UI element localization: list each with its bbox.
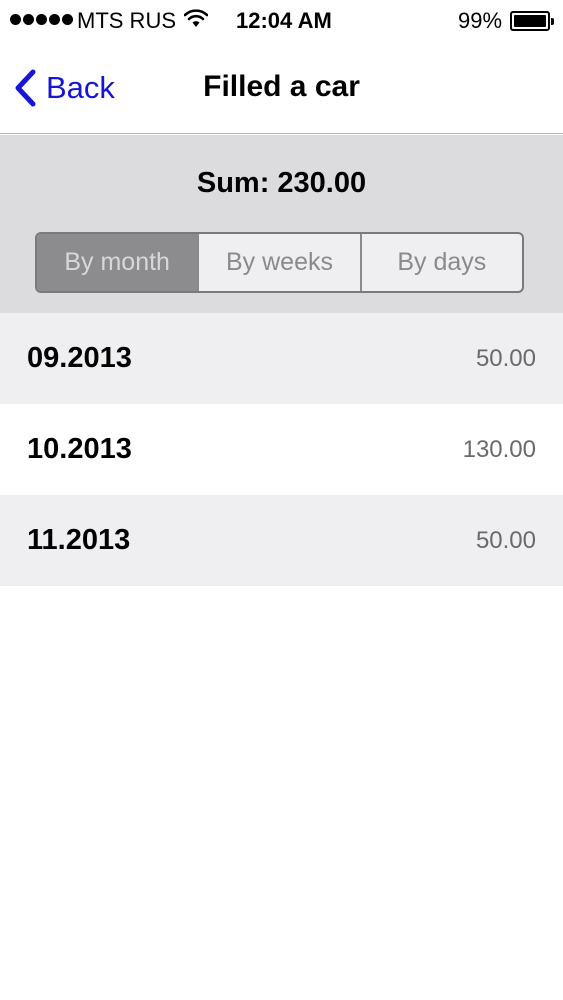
list-item[interactable]: 09.2013 50.00 bbox=[0, 313, 563, 404]
status-bar: MTS RUS 12:04 AM 99% bbox=[0, 0, 563, 42]
back-button[interactable]: Back bbox=[12, 68, 115, 108]
wifi-icon bbox=[184, 9, 208, 27]
carrier-name: MTS RUS bbox=[77, 8, 176, 33]
list-item-period: 10.2013 bbox=[27, 433, 132, 465]
period-list: 09.2013 50.00 10.2013 130.00 11.2013 50.… bbox=[0, 313, 563, 586]
chevron-left-icon bbox=[15, 69, 36, 107]
list-item-amount: 50.00 bbox=[475, 526, 536, 554]
back-label: Back bbox=[46, 70, 115, 105]
summary-panel: Sum: 230.00 By month By weeks By days bbox=[0, 135, 563, 313]
list-item-period: 11.2013 bbox=[27, 524, 131, 556]
list-item-amount: 50.00 bbox=[475, 344, 536, 372]
sum-total: Sum: 230.00 bbox=[196, 167, 367, 199]
period-segmented-control: By month By weeks By days bbox=[35, 232, 524, 293]
segment-by-weeks[interactable]: By weeks bbox=[197, 234, 359, 291]
status-time: 12:04 AM bbox=[236, 8, 332, 33]
list-item-amount: 130.00 bbox=[462, 435, 536, 463]
signal-strength-icon bbox=[10, 14, 73, 25]
navigation-bar: Filled a car Back bbox=[0, 42, 563, 134]
segment-by-days[interactable]: By days bbox=[359, 234, 522, 291]
battery-icon bbox=[510, 11, 554, 31]
screen: MTS RUS 12:04 AM 99% Filled a car Back S… bbox=[0, 0, 563, 1000]
list-item-period: 09.2013 bbox=[27, 342, 132, 374]
segment-by-month[interactable]: By month bbox=[37, 234, 198, 291]
battery-percentage: 99% bbox=[458, 8, 503, 33]
list-item[interactable]: 11.2013 50.00 bbox=[0, 495, 563, 586]
list-item[interactable]: 10.2013 130.00 bbox=[0, 404, 563, 495]
